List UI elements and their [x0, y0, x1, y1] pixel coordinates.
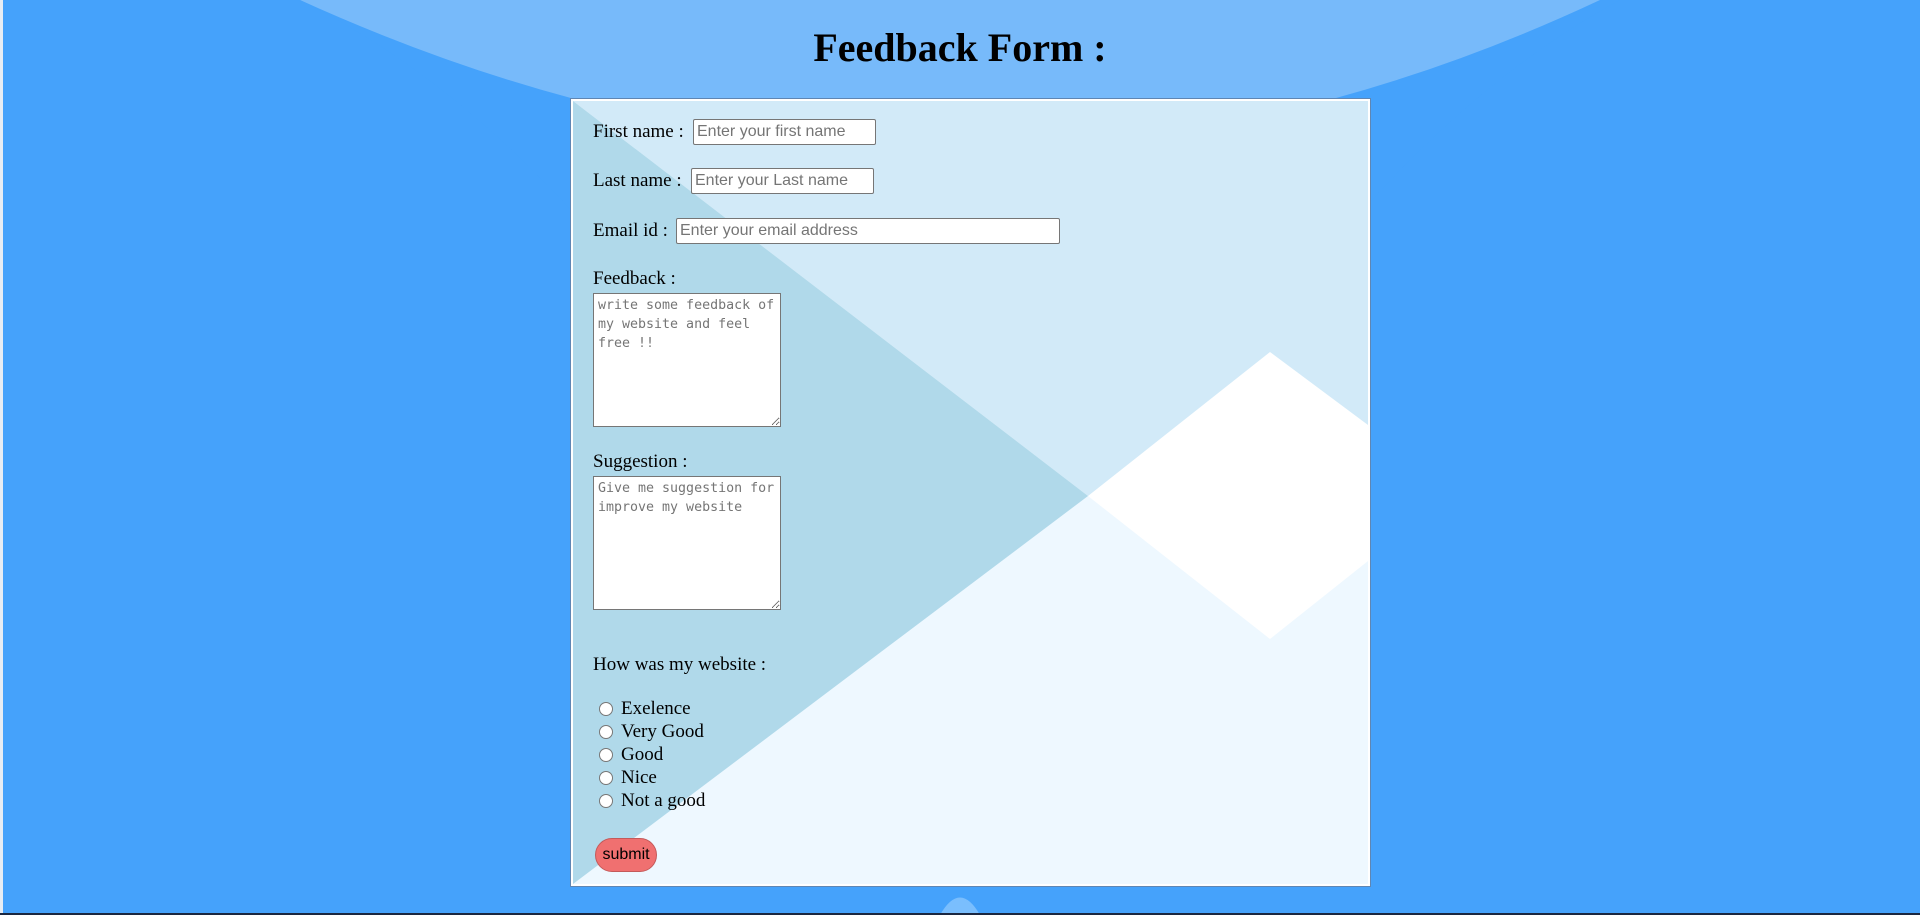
rating-option-very-good[interactable]: Very Good — [599, 720, 704, 743]
rating-option-label: Very Good — [621, 720, 704, 742]
email-input[interactable] — [676, 218, 1060, 244]
suggestion-label: Suggestion : — [593, 451, 688, 472]
rating-radio-very-good[interactable] — [599, 724, 613, 739]
window-left-edge — [0, 0, 3, 915]
feedback-label: Feedback : — [593, 268, 676, 289]
submit-button[interactable]: submit — [595, 838, 657, 872]
rating-radio-good[interactable] — [599, 747, 613, 762]
suggestion-textarea[interactable] — [593, 476, 781, 610]
page-body: { "page": { "title": "Feedback Form :", … — [0, 0, 1920, 915]
rating-option-exelence[interactable]: Exelence — [599, 697, 691, 720]
last-name-label: Last name : — [593, 170, 682, 191]
rating-option-not-a-good[interactable]: Not a good — [599, 789, 705, 812]
form-content: First name : Last name : Email id : Feed… — [573, 101, 1368, 884]
rating-option-label: Exelence — [621, 697, 691, 719]
rating-question: How was my website : — [593, 654, 767, 675]
rating-radio-exelence[interactable] — [599, 701, 613, 716]
rating-radio-not-a-good[interactable] — [599, 793, 613, 808]
rating-option-label: Nice — [621, 766, 657, 788]
feedback-form-panel: First name : Last name : Email id : Feed… — [570, 98, 1371, 887]
rating-option-good[interactable]: Good — [599, 743, 663, 766]
rating-option-label: Not a good — [621, 789, 706, 811]
page-title: Feedback Form : — [813, 25, 1107, 70]
email-label: Email id : — [593, 220, 668, 241]
rating-option-label: Good — [621, 743, 664, 765]
first-name-input[interactable] — [693, 119, 876, 145]
rating-option-nice[interactable]: Nice — [599, 766, 657, 789]
feedback-textarea[interactable] — [593, 293, 781, 427]
last-name-input[interactable] — [691, 168, 874, 194]
first-name-label: First name : — [593, 121, 684, 142]
rating-radio-nice[interactable] — [599, 770, 613, 785]
